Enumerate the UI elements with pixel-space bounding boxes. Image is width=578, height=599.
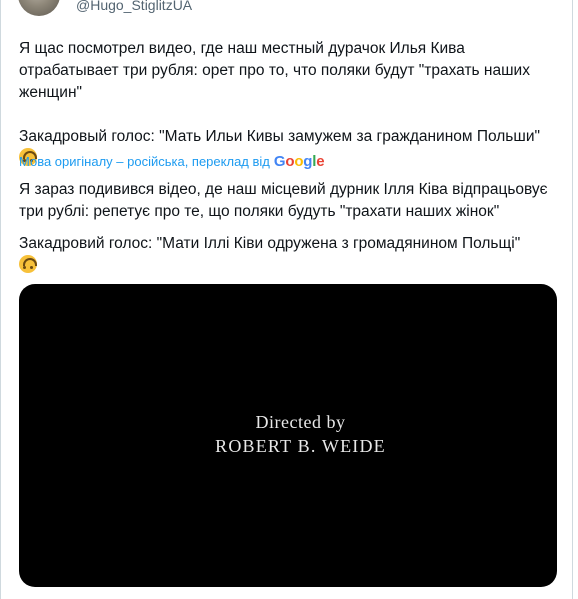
translated-paragraph-2: Закадровий голос: "Мати Іллі Ківи одруже… [19,235,521,252]
original-paragraph-2: Закадровый голос: "Мать Ильи Кивы замуже… [19,128,540,145]
right-border [572,0,573,599]
tweet-translated-text: Я зараз подивився відео, де наш місцевий… [19,179,559,277]
caption-line-1: Directed by [255,412,346,432]
google-logo: Google [273,153,325,170]
translated-paragraph-1: Я зараз подивився відео, де наш місцевий… [19,181,552,220]
caption-line-2: ROBERT B. WEIDE [215,436,386,456]
tweet-original-text: Я щас посмотрел видео, где наш местный д… [19,38,559,170]
avatar[interactable] [18,0,60,16]
translation-note-text: Мова оригіналу – російська, переклад від [19,154,270,169]
video-frame-caption: Directed by ROBERT B. WEIDE [19,410,557,458]
upside-down-face-icon [19,255,37,273]
left-border [0,0,1,599]
video-player[interactable]: Directed by ROBERT B. WEIDE [19,284,557,587]
user-handle[interactable]: @Hugo_StiglitzUA [76,0,192,13]
translation-note[interactable]: Мова оригіналу – російська, переклад від… [19,153,325,171]
original-paragraph-1: Я щас посмотрел видео, где наш местный д… [19,40,535,101]
